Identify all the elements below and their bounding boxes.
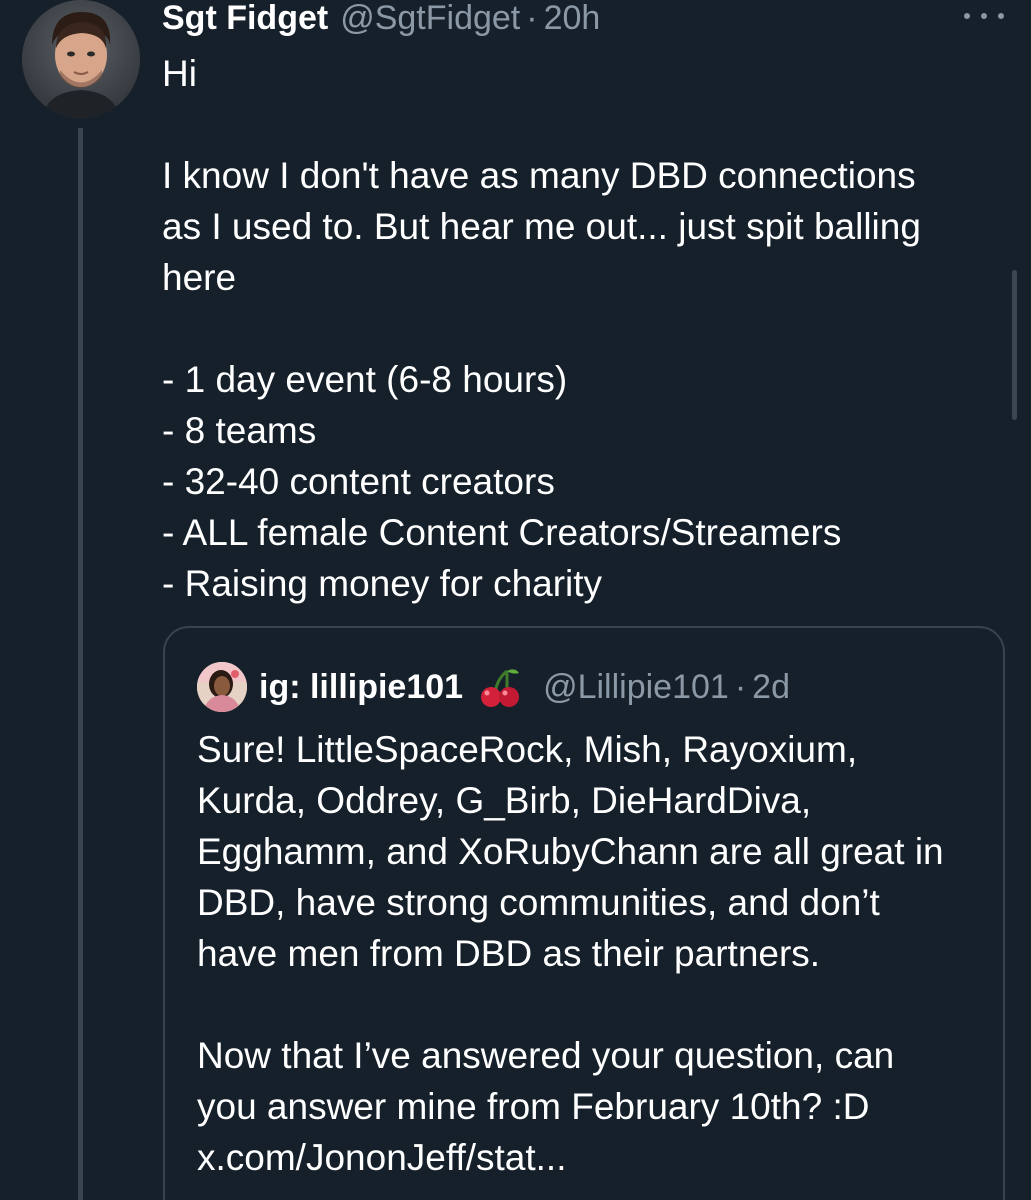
quoted-text-line: DBD, have strong communities, and don’t bbox=[197, 882, 880, 923]
quoted-text-line: you answer mine from February 10th? :D bbox=[197, 1086, 870, 1127]
intro-line: here bbox=[162, 257, 237, 298]
quoted-text-line: have men from DBD as their partners. bbox=[197, 933, 821, 974]
quoted-timestamp[interactable]: 2d bbox=[752, 665, 790, 709]
scrollbar[interactable] bbox=[1012, 270, 1017, 420]
more-dot bbox=[964, 13, 970, 19]
quoted-tweet-card[interactable]: ig: lillipie101 @Lillipie101 · 2d Sure! … bbox=[163, 626, 1005, 1200]
quoted-author-handle[interactable]: @Lillipie101 bbox=[543, 665, 729, 709]
quoted-tweet-text: Sure! LittleSpaceRock, Mish, Rayoxium, K… bbox=[197, 724, 987, 1183]
bullet-item: - 1 day event (6-8 hours) bbox=[162, 359, 568, 400]
tweet-text: Hi I know I don't have as many DBD conne… bbox=[162, 48, 992, 609]
quoted-text-line: Kurda, Oddrey, G_Birb, DieHardDiva, bbox=[197, 780, 812, 821]
bullet-item: - 8 teams bbox=[162, 410, 317, 451]
author-handle[interactable]: @SgtFidget bbox=[340, 0, 520, 40]
greeting-line: Hi bbox=[162, 53, 197, 94]
intro-line: I know I don't have as many DBD connecti… bbox=[162, 155, 916, 196]
avatar-photo-icon bbox=[22, 0, 140, 118]
tweet-timestamp[interactable]: 20h bbox=[544, 0, 601, 40]
quoted-link[interactable]: x.com/JononJeff/stat... bbox=[197, 1132, 987, 1183]
cherry-icon bbox=[473, 665, 525, 709]
bullet-item: - 32-40 content creators bbox=[162, 461, 555, 502]
intro-line: as I used to. But hear me out... just sp… bbox=[162, 206, 921, 247]
tweet-thread-view: Sgt Fidget @SgtFidget · 20h Hi I know I … bbox=[0, 0, 1031, 1200]
quoted-text-line: Sure! LittleSpaceRock, Mish, Rayoxium, bbox=[197, 729, 858, 770]
separator-dot: · bbox=[734, 668, 747, 706]
tweet-header: Sgt Fidget @SgtFidget · 20h bbox=[162, 0, 600, 40]
more-options-icon[interactable] bbox=[964, 10, 1004, 22]
quoted-avatar[interactable] bbox=[197, 662, 247, 712]
more-dot bbox=[981, 13, 987, 19]
quoted-text-line: Now that I’ve answered your question, ca… bbox=[197, 1035, 895, 1076]
thread-connector-line bbox=[78, 128, 83, 1200]
avatar[interactable] bbox=[22, 0, 140, 118]
quoted-avatar-photo-icon bbox=[197, 662, 247, 712]
quoted-tweet-header: ig: lillipie101 @Lillipie101 · 2d bbox=[197, 662, 790, 712]
quoted-text-line: Egghamm, and XoRubyChann are all great i… bbox=[197, 831, 944, 872]
quoted-author-name[interactable]: ig: lillipie101 bbox=[259, 665, 463, 709]
bullet-item: - Raising money for charity bbox=[162, 563, 603, 604]
separator-dot: · bbox=[526, 0, 538, 37]
author-name[interactable]: Sgt Fidget bbox=[162, 0, 328, 40]
more-dot bbox=[998, 13, 1004, 19]
bullet-item: - ALL female Content Creators/Streamers bbox=[162, 512, 842, 553]
